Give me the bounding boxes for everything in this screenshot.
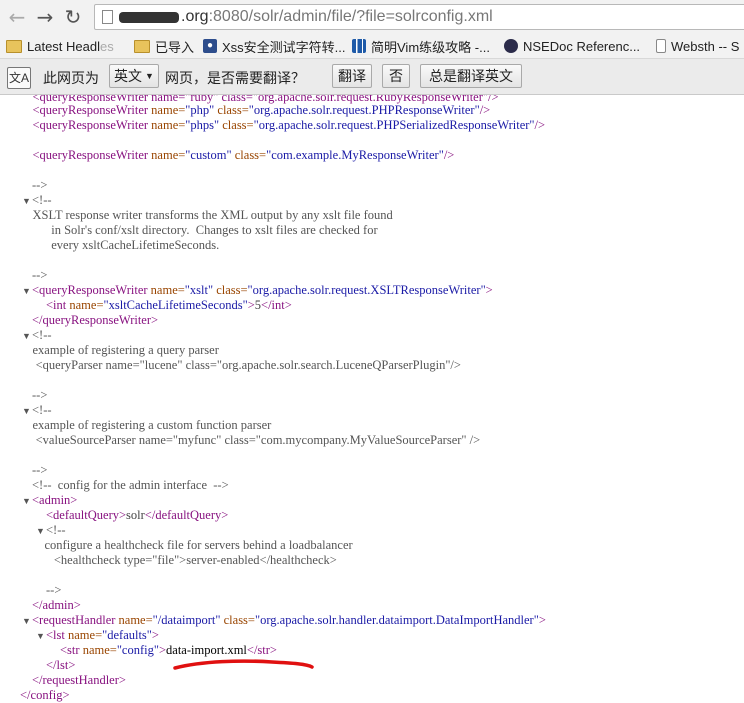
comment-end: --> bbox=[32, 268, 48, 282]
xml-line: <defaultQuery>solr</defaultQuery> bbox=[46, 508, 229, 522]
always-translate-button[interactable]: 总是翻译英文 bbox=[420, 64, 522, 88]
comment-text: <queryParser name="lucene" class="org.ap… bbox=[20, 358, 461, 372]
xml-line-config: <str name="config">data-import.xml</str> bbox=[60, 643, 277, 657]
xml-line: <requestHandler name="/dataimport" class… bbox=[32, 613, 546, 627]
reload-icon[interactable]: ↻ bbox=[62, 5, 84, 29]
xml-line: <queryResponseWriter name="custom" class… bbox=[20, 148, 455, 162]
chevron-down-icon: ▼ bbox=[145, 71, 154, 81]
comment-start: <!-- bbox=[32, 403, 52, 417]
address-bar[interactable]: .org:8080/solr/admin/file/?file=solrconf… bbox=[94, 4, 744, 30]
collapse-triangle-icon[interactable]: ▼ bbox=[22, 286, 31, 296]
xml-open-tag: <admin> bbox=[32, 493, 78, 507]
paw-icon: ● bbox=[203, 39, 217, 53]
bookmark-xss[interactable]: ● Xss安全测试字符转... bbox=[203, 37, 346, 55]
comment-text: example of registering a custom function… bbox=[20, 418, 272, 432]
comment-start: <!-- bbox=[32, 193, 52, 207]
translate-bar: 文A 此网页为 英文 ▼ 网页，是否需要翻译？ 翻译 否 总是翻译英文 bbox=[0, 59, 744, 95]
xml-line: <queryResponseWriter name="xslt" class="… bbox=[32, 283, 493, 297]
bookmark-imported[interactable]: 已导入 bbox=[134, 37, 194, 55]
language-select[interactable]: 英文 ▼ bbox=[109, 64, 159, 88]
xml-close-tag: </admin> bbox=[32, 598, 81, 612]
page-icon bbox=[656, 39, 666, 53]
comment-text: XSLT response writer transforms the XML … bbox=[20, 208, 393, 222]
comment-text: example of registering a query parser bbox=[20, 343, 219, 357]
xml-line: <int name="xsltCacheLifetimeSeconds">5</… bbox=[46, 298, 292, 312]
bookmarks-bar: Latest Headl es 已导入 ● Xss安全测试字符转... 简明Vim… bbox=[0, 34, 744, 59]
collapse-triangle-icon[interactable]: ▼ bbox=[36, 631, 45, 641]
comment-start: <!-- bbox=[46, 523, 66, 537]
collapse-triangle-icon[interactable]: ▼ bbox=[22, 331, 31, 341]
xml-viewer: <queryResponseWriter name="ruby" class="… bbox=[0, 95, 744, 703]
comment-text: every xsltCacheLifetimeSeconds. bbox=[20, 238, 220, 252]
collapse-triangle-icon[interactable]: ▼ bbox=[22, 406, 31, 416]
collapse-triangle-icon[interactable]: ▼ bbox=[22, 616, 31, 626]
red-underline-annotation bbox=[173, 659, 314, 670]
bookmark-websth[interactable]: Websth -- S bbox=[656, 37, 744, 55]
no-button[interactable]: 否 bbox=[382, 64, 410, 88]
comment-text: <valueSourceParser name="myfunc" class="… bbox=[20, 433, 481, 447]
redacted-host bbox=[119, 12, 179, 23]
translate-prefix: 此网页为 bbox=[43, 70, 99, 86]
comment-start: <!-- bbox=[32, 328, 52, 342]
back-arrow-icon[interactable]: ← bbox=[6, 5, 28, 29]
xml-line: <queryResponseWriter name="phps" class="… bbox=[20, 118, 546, 132]
xml-close-tag: </lst> bbox=[46, 658, 76, 672]
comment-end: --> bbox=[46, 583, 62, 597]
comment-end: --> bbox=[32, 463, 48, 477]
browser-toolbar: ← → ↻ .org:8080/solr/admin/file/?file=so… bbox=[0, 0, 744, 34]
bookmark-latest-headlines[interactable]: Latest Headl es bbox=[6, 37, 126, 55]
xml-close-tag: </queryResponseWriter> bbox=[32, 313, 159, 327]
comment-text: in Solr's conf/xslt directory. Changes t… bbox=[20, 223, 378, 237]
xml-line: <lst name="defaults"> bbox=[46, 628, 159, 642]
bars-icon bbox=[352, 39, 366, 53]
folder-icon bbox=[6, 39, 22, 53]
comment-text: <healthcheck type="file">server-enabled<… bbox=[32, 553, 337, 567]
comment-end: --> bbox=[32, 178, 48, 192]
xml-line: <queryResponseWriter name="php" class="o… bbox=[20, 103, 491, 117]
eye-icon bbox=[504, 39, 518, 53]
url-text: .org:8080/solr/admin/file/?file=solrconf… bbox=[181, 8, 493, 25]
forward-arrow-icon[interactable]: → bbox=[34, 5, 56, 29]
collapse-triangle-icon[interactable]: ▼ bbox=[36, 526, 45, 536]
xml-close-tag: </config> bbox=[20, 688, 70, 702]
collapse-triangle-icon[interactable]: ▼ bbox=[22, 196, 31, 206]
bookmark-vim[interactable]: 简明Vim练级攻略 -... bbox=[352, 37, 490, 55]
folder-icon bbox=[134, 39, 150, 53]
translate-icon: 文A bbox=[7, 67, 31, 89]
collapse-triangle-icon[interactable]: ▼ bbox=[22, 496, 31, 506]
xml-close-tag: </requestHandler> bbox=[32, 673, 126, 687]
comment-text: configure a healthcheck file for servers… bbox=[32, 538, 353, 552]
bookmark-nsedoc[interactable]: NSEDoc Referenc... bbox=[504, 37, 640, 55]
comment-end: --> bbox=[32, 388, 48, 402]
admin-comment: <!-- config for the admin interface --> bbox=[32, 478, 229, 492]
translate-button[interactable]: 翻译 bbox=[332, 64, 372, 88]
translate-question: 网页，是否需要翻译？ bbox=[165, 70, 305, 86]
page-icon bbox=[102, 10, 113, 24]
